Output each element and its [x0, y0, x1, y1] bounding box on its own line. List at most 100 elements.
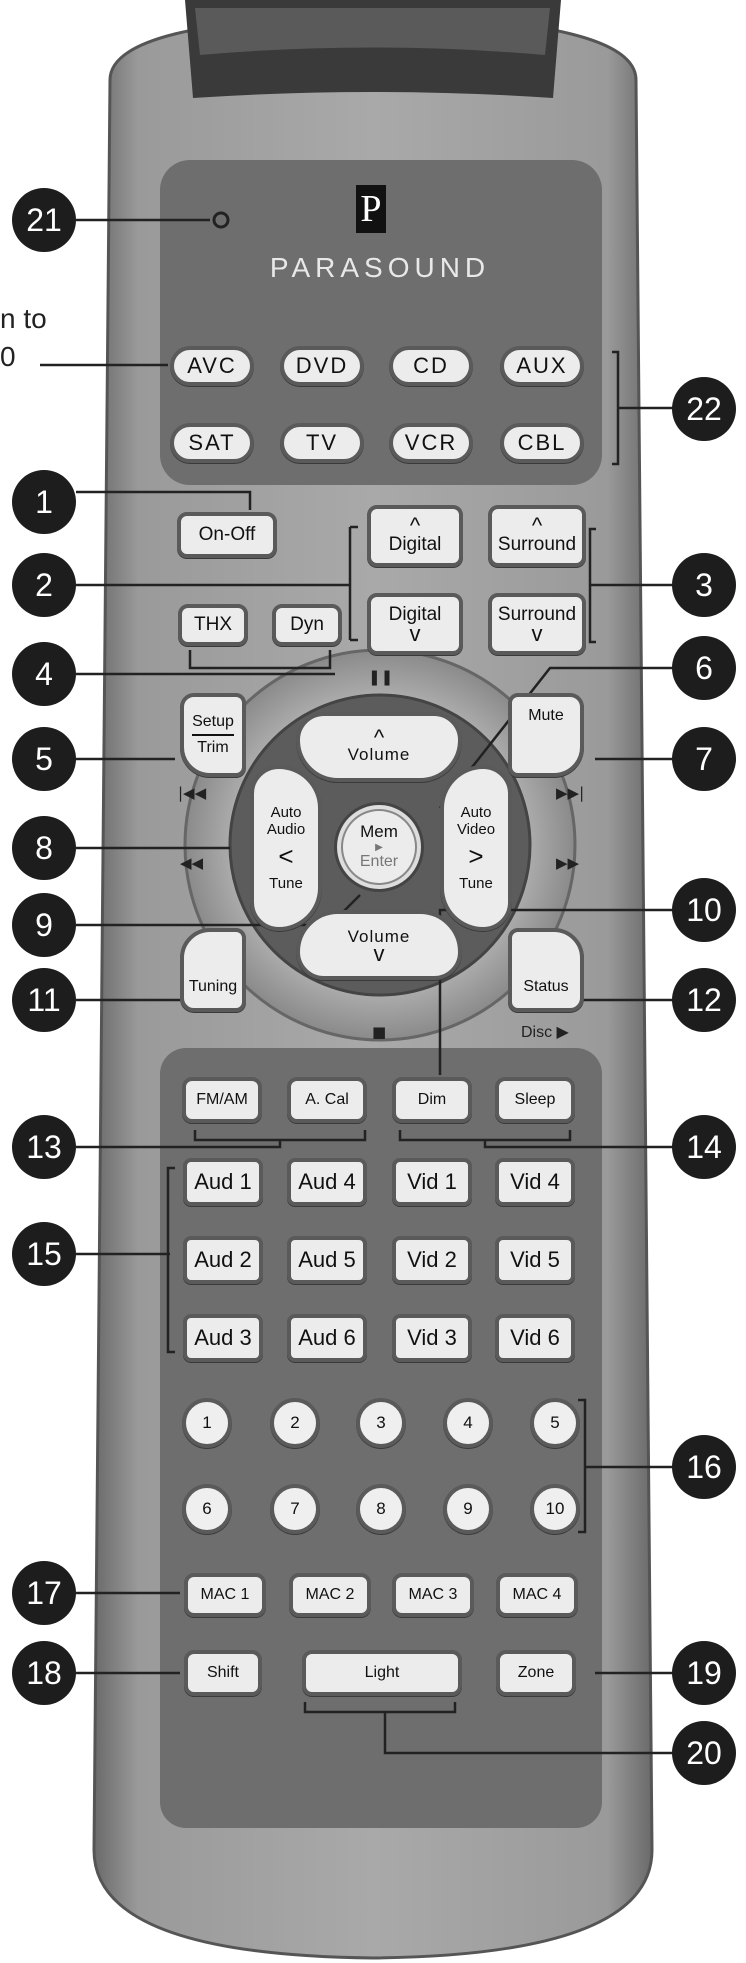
number-button-9[interactable]: 9 — [443, 1484, 493, 1534]
macro-button-3[interactable]: MAC 3 — [392, 1573, 474, 1617]
input-button-vid-4[interactable]: Vid 4 — [495, 1158, 575, 1206]
callout-3: 3 — [672, 553, 736, 617]
source-button-cd[interactable]: CD — [389, 346, 473, 386]
surround-up-button[interactable]: ^ Surround — [488, 505, 586, 567]
callout-14: 14 — [672, 1115, 736, 1179]
digital-up-button[interactable]: ^ Digital — [367, 505, 463, 567]
light-button[interactable]: Light — [302, 1650, 462, 1696]
up-arrow-icon: ^ — [409, 512, 421, 538]
setup-trim-button[interactable]: Setup Trim — [180, 693, 246, 777]
callout-7: 7 — [672, 727, 736, 791]
callout-2: 2 — [12, 553, 76, 617]
trim-label: Trim — [197, 739, 229, 756]
callout-21: 21 — [12, 188, 76, 252]
input-button-aud-5[interactable]: Aud 5 — [287, 1236, 367, 1284]
digital-up-label: Digital — [388, 533, 442, 555]
input-button-aud-3[interactable]: Aud 3 — [183, 1314, 263, 1362]
callout-12: 12 — [672, 968, 736, 1032]
input-button-vid-6[interactable]: Vid 6 — [495, 1314, 575, 1362]
auto-video-label: Auto Video — [456, 803, 496, 839]
input-button-vid-1[interactable]: Vid 1 — [392, 1158, 472, 1206]
brand-logo: P — [356, 185, 386, 233]
volume-down-button[interactable]: Volume v — [296, 910, 462, 980]
mode-button-sleep[interactable]: Sleep — [495, 1077, 575, 1123]
mute-button[interactable]: Mute — [508, 693, 584, 777]
callout-11: 11 — [12, 968, 76, 1032]
callout-15: 15 — [12, 1222, 76, 1286]
brand-name: PARASOUND — [269, 252, 491, 283]
next-track-icon: ▶▶| — [556, 784, 585, 802]
mode-button-fm-am[interactable]: FM/AM — [182, 1077, 262, 1123]
auto-audio-tune-left-button[interactable]: Auto Audio < Tune — [250, 765, 322, 931]
surround-up-label: Surround — [497, 533, 577, 555]
zone-button[interactable]: Zone — [496, 1650, 576, 1696]
previous-track-icon: |◀◀ — [178, 784, 207, 802]
dyn-button[interactable]: Dyn — [272, 604, 342, 646]
callout-18: 18 — [12, 1641, 76, 1705]
number-button-5[interactable]: 5 — [530, 1398, 580, 1448]
source-button-avc[interactable]: AVC — [170, 346, 254, 386]
input-button-aud-4[interactable]: Aud 4 — [287, 1158, 367, 1206]
callout-22: 22 — [672, 377, 736, 441]
input-button-vid-2[interactable]: Vid 2 — [392, 1236, 472, 1284]
surround-down-button[interactable]: Surround v — [488, 593, 586, 655]
number-button-1[interactable]: 1 — [182, 1398, 232, 1448]
number-button-10[interactable]: 10 — [530, 1484, 580, 1534]
on-off-button[interactable]: On-Off — [177, 512, 277, 558]
volume-up-button[interactable]: ^ Volume — [296, 712, 462, 782]
mode-button-dim[interactable]: Dim — [392, 1077, 472, 1123]
mode-button-a-cal[interactable]: A. Cal — [287, 1077, 367, 1123]
callout-10: 10 — [672, 878, 736, 942]
input-button-aud-6[interactable]: Aud 6 — [287, 1314, 367, 1362]
number-button-6[interactable]: 6 — [182, 1484, 232, 1534]
pause-icon: ❚❚ — [368, 668, 394, 686]
callout-6: 6 — [672, 636, 736, 700]
callout-20: 20 — [672, 1721, 736, 1785]
input-button-aud-2[interactable]: Aud 2 — [183, 1236, 263, 1284]
digital-down-button[interactable]: Digital v — [367, 593, 463, 655]
callout-17: 17 — [12, 1561, 76, 1625]
tuning-button[interactable]: Tuning — [180, 928, 246, 1012]
macro-button-1[interactable]: MAC 1 — [184, 1573, 266, 1617]
side-text-line1: n to — [0, 303, 47, 334]
source-button-vcr[interactable]: VCR — [389, 423, 473, 463]
down-arrow-icon: v — [531, 621, 543, 647]
source-button-aux[interactable]: AUX — [500, 346, 584, 386]
side-text-line2: 0 — [0, 341, 16, 372]
number-button-7[interactable]: 7 — [270, 1484, 320, 1534]
input-button-vid-3[interactable]: Vid 3 — [392, 1314, 472, 1362]
number-button-2[interactable]: 2 — [270, 1398, 320, 1448]
source-button-tv[interactable]: TV — [280, 423, 364, 463]
shift-button[interactable]: Shift — [184, 1650, 262, 1696]
callout-19: 19 — [672, 1641, 736, 1705]
left-arrow-icon: < — [278, 841, 294, 872]
auto-video-tune-right-button[interactable]: Auto Video > Tune — [440, 765, 512, 931]
number-button-4[interactable]: 4 — [443, 1398, 493, 1448]
tune-left-label: Tune — [269, 874, 303, 892]
setup-label: Setup — [192, 713, 234, 736]
input-button-aud-1[interactable]: Aud 1 — [183, 1158, 263, 1206]
play-icon: ▶ — [375, 842, 383, 854]
thx-button[interactable]: THX — [178, 604, 248, 646]
callout-1: 1 — [12, 470, 76, 534]
auto-audio-label: Auto Audio — [266, 803, 306, 839]
down-arrow-icon: v — [373, 941, 385, 967]
disc-play-label: Disc ▶ — [521, 1024, 569, 1041]
macro-button-4[interactable]: MAC 4 — [496, 1573, 578, 1617]
source-button-dvd[interactable]: DVD — [280, 346, 364, 386]
input-button-vid-5[interactable]: Vid 5 — [495, 1236, 575, 1284]
callout-16: 16 — [672, 1435, 736, 1499]
number-button-3[interactable]: 3 — [356, 1398, 406, 1448]
source-button-cbl[interactable]: CBL — [500, 423, 584, 463]
source-button-sat[interactable]: SAT — [170, 423, 254, 463]
up-arrow-icon: ^ — [531, 512, 543, 538]
mem-label: Mem — [360, 822, 398, 842]
callout-5: 5 — [12, 727, 76, 791]
up-arrow-icon: ^ — [373, 724, 385, 750]
status-button[interactable]: Status — [508, 928, 584, 1012]
callout-4: 4 — [12, 642, 76, 706]
rewind-icon: ◀◀ — [180, 854, 204, 872]
mem-enter-button[interactable]: Mem ▶ Enter — [334, 802, 424, 892]
macro-button-2[interactable]: MAC 2 — [289, 1573, 371, 1617]
number-button-8[interactable]: 8 — [356, 1484, 406, 1534]
